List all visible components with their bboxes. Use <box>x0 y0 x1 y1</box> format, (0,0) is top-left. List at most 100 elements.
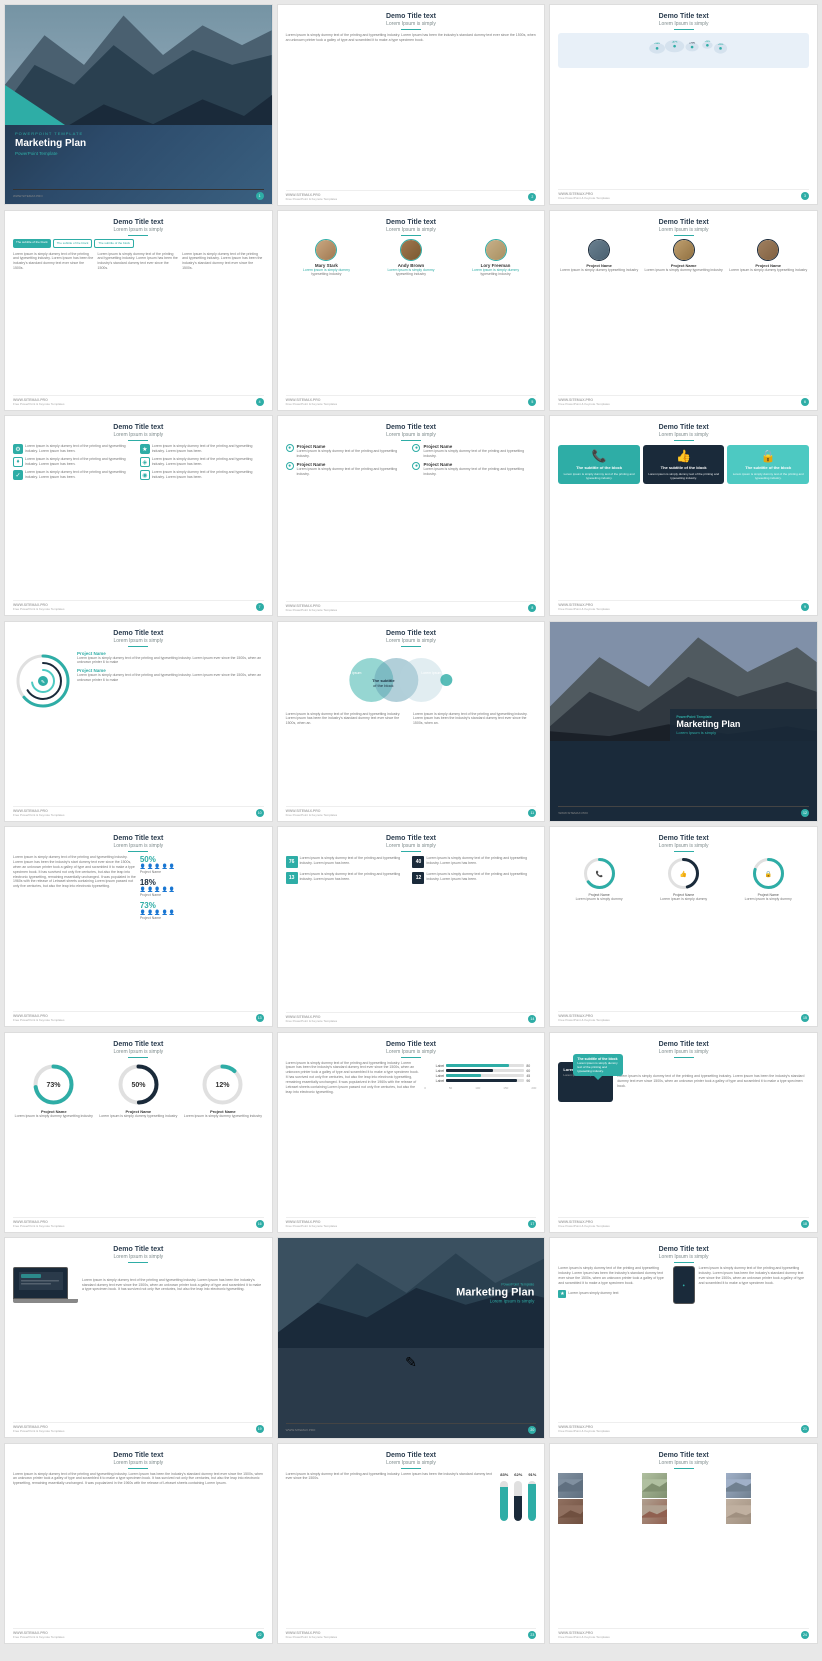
venn-svg: The subtitle of the block Lorem ipsum Lo… <box>286 652 537 707</box>
icon-text-3: Lorem ipsum is simply dummy text of the … <box>25 457 137 467</box>
mountain-overlay: PowerPoint Template Marketing Plan Lorem… <box>670 709 817 741</box>
donut-item-1: 📞 Project Name Lorem ipsum is simply dum… <box>558 856 640 902</box>
project-icon-1: ● <box>286 444 294 452</box>
icon-list: ⚙ Lorem ipsum is simply dummy text of th… <box>13 444 264 480</box>
slide-number: 18 <box>801 1220 809 1228</box>
slide-subtitle: Lorem Ipsum is simply <box>13 843 264 852</box>
thermo-fill-2 <box>514 1496 522 1521</box>
slide-footer: WWW.SITEMAX.PRO Free PowerPoint & Keynot… <box>13 1217 264 1228</box>
slide-6: Demo Title text Lorem Ipsum is simply Pr… <box>549 210 818 411</box>
tagline-text: Free PowerPoint & Keynote Templates <box>558 196 609 200</box>
venn-col-1: Lorem ipsum is simply dummy text of the … <box>286 712 409 727</box>
person-icon: 👤 <box>140 910 146 916</box>
slide-title: Demo Title text <box>13 1041 264 1048</box>
tagline-text: Free PowerPoint & Keynote Templates <box>13 607 64 611</box>
slide-footer: WWW.SITEMAX.PRO Free PowerPoint & Keynot… <box>286 190 537 201</box>
svg-text:✎: ✎ <box>41 679 45 685</box>
large-donut-3: 12% Project Name Lorem ipsum is simply d… <box>182 1062 264 1119</box>
svg-text:+71%: +71% <box>690 43 696 45</box>
slide-15: Demo Title text Lorem Ipsum is simply 📞 … <box>549 826 818 1027</box>
project-item-2: ● Project Name Lorem ipsum is simply dum… <box>412 444 536 480</box>
project-item-1: ● Project Name Lorem ipsum is simply dum… <box>286 444 410 480</box>
thermo-2: 62% <box>514 1472 522 1521</box>
photo-3 <box>726 1473 751 1498</box>
slide-number: 11 <box>528 809 536 817</box>
slide-number: 24 <box>801 1631 809 1639</box>
donut-item-3: 🔒 Project Name Lorem ipsum is simply dum… <box>727 856 809 902</box>
num-badge-2: 40 <box>412 856 424 868</box>
footer-url: WWW.SITEMAX.PRO Free PowerPoint & Keynot… <box>13 1220 64 1228</box>
large-donut-row: 73% Project Name Lorem ipsum is simply d… <box>13 1062 264 1119</box>
icon-box-3: ♦ <box>13 457 23 467</box>
slide-number: 6 <box>801 398 809 406</box>
tab-3[interactable]: The subtitle of the block <box>94 239 134 248</box>
slide-footer: WWW.SITEMAX.PRO Free PowerPoint & Keynot… <box>13 1011 264 1022</box>
tagline-text: Free PowerPoint & Keynote Templates <box>558 402 609 406</box>
slide-number: 23 <box>528 1631 536 1639</box>
project-text-1: Lorem ipsum is simply dummy text of the … <box>77 656 264 666</box>
person-icon: 👤 <box>169 887 175 893</box>
world-map: +98% +47% +71% +12% +15% <box>558 33 809 68</box>
footer-url: WWW.SITEMAX.PRO <box>558 811 588 815</box>
large-donut-svg-1: 73% <box>31 1062 76 1107</box>
tab-1[interactable]: The subtitle of the block <box>13 239 51 248</box>
person-icon: 👤 <box>162 910 168 916</box>
num-text-3: Lorem ipsum is simply dummy text of the … <box>300 872 410 882</box>
laptop-text: Lorem ipsum is simply dummy text of the … <box>82 1278 264 1293</box>
thermo-fill-3 <box>528 1484 536 1520</box>
axis-200: 200 <box>531 1086 536 1090</box>
col-1-text: Lorem ipsum is simply dummy text of the … <box>13 252 95 272</box>
slide-footer: WWW.SITEMAX.PRO Free PowerPoint & Keynot… <box>558 189 809 200</box>
avatar-img-4 <box>589 240 609 260</box>
tab-2[interactable]: The subtitle of the block <box>53 239 93 248</box>
thermo-1: 83% <box>500 1472 508 1521</box>
large-donut-text-3: Lorem ipsum is simply dummy typesetting … <box>182 1114 264 1119</box>
pencil-icon: ✎ <box>405 1354 417 1371</box>
project-text-1: Lorem ipsum is simply dummy text of the … <box>297 449 410 459</box>
large-donut-2: 50% Project Name Lorem ipsum is simply d… <box>98 1062 180 1119</box>
num-item-4: 12 Lorem ipsum is simply dummy text of t… <box>412 872 536 884</box>
icon-box-5: ✓ <box>13 470 23 480</box>
icon-text-6: Lorem ipsum is simply dummy text of the … <box>152 470 264 480</box>
cover2-bottom: ✎ <box>278 1348 545 1377</box>
icon-item-phone: ★ Lorem ipsum simply dummy text <box>558 1290 668 1298</box>
cover-image <box>5 5 272 125</box>
person-icon: 👤 <box>154 910 160 916</box>
slide-subtitle: Lorem Ipsum is simply <box>558 1254 809 1263</box>
svg-text:+15%: +15% <box>718 44 724 46</box>
team-member-2: Andy Brown Lorem ipsum is simply dummy t… <box>370 239 452 277</box>
phone-screen-icon: ● <box>682 1283 684 1288</box>
slide-number: 1 <box>256 192 264 200</box>
member-desc-5: Lorem ipsum is simply dummy typesetting … <box>643 268 725 273</box>
photo-4 <box>558 1499 583 1524</box>
slide-13: Demo Title text Lorem Ipsum is simply Lo… <box>4 826 273 1027</box>
icon-text-5: Lorem ipsum is simply dummy text of the … <box>25 470 137 480</box>
project-card-3: ● Project Name Lorem ipsum is simply dum… <box>286 462 410 477</box>
footer-url: WWW.SITEMAX.PRO Free PowerPoint & Keynot… <box>286 1631 337 1639</box>
slide-footer: WWW.SITEMAX.PRO Free PowerPoint & Keynot… <box>558 1628 809 1639</box>
card-text-1: Lorem ipsum is simply dummy text of the … <box>562 472 636 480</box>
icon-item-3: ♦ Lorem ipsum is simply dummy text of th… <box>13 457 137 467</box>
team-member-4: Project Name Lorem ipsum is simply dummy… <box>558 239 640 273</box>
slide-footer: WWW.SITEMAX.PRO Free PowerPoint & Keynot… <box>13 1422 264 1433</box>
member-desc-2: typesetting industry <box>370 272 452 277</box>
project-card-1: ● Project Name Lorem ipsum is simply dum… <box>286 444 410 459</box>
photo-svg-3 <box>726 1473 751 1498</box>
project-info-2: Project Name Lorem ipsum is simply dummy… <box>423 444 536 459</box>
tagline-text: Free PowerPoint & Keynote Templates <box>286 1224 337 1228</box>
slide-title: Demo Title text <box>558 1452 809 1459</box>
slide-subtitle: Lorem Ipsum is simply <box>13 638 264 647</box>
slide-footer: WWW.SITEMAX.PRO Free PowerPoint & Keynot… <box>286 806 537 817</box>
donut-row: 📞 Project Name Lorem ipsum is simply dum… <box>558 856 809 902</box>
large-donut-text-2: Lorem ipsum is simply dummy typesetting … <box>98 1114 180 1119</box>
stat-value-2: 18% <box>140 878 156 887</box>
slide-14: Demo Title text Lorem Ipsum is simply 76… <box>277 826 546 1028</box>
body-text-left: Lorem ipsum is simply dummy text of the … <box>558 1266 668 1286</box>
slide-21: Demo Title text Lorem Ipsum is simply Lo… <box>549 1237 818 1438</box>
cover-subtitle: PowerPoint Template <box>15 151 262 156</box>
slide-5: Demo Title text Lorem Ipsum is simply Ma… <box>277 210 546 412</box>
icon-box-6: ◉ <box>140 470 150 480</box>
bar-name-3: Label <box>424 1074 444 1078</box>
text-col: Lorem ipsum is simply dummy text of the … <box>286 1061 421 1095</box>
card-icon-1: 📞 <box>562 449 636 463</box>
